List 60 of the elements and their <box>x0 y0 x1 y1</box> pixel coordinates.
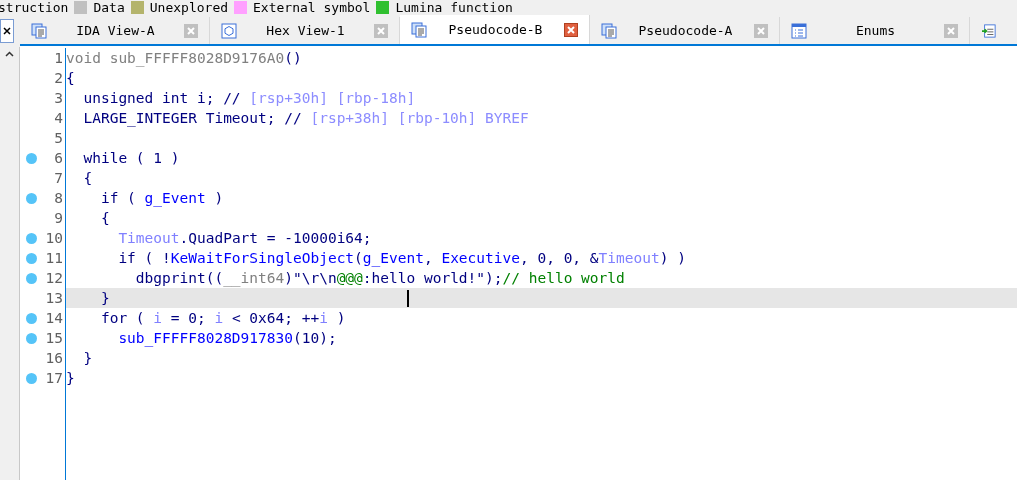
tab-label: IDA View-A <box>75 21 156 40</box>
legend-label: Lumina function <box>395 0 513 14</box>
list-icon <box>791 22 807 39</box>
code-line: void sub_FFFFF8028D9176A0() <box>66 49 302 68</box>
legend-label: struction <box>0 0 69 14</box>
line-number: 16 <box>45 349 63 368</box>
line-number: 11 <box>45 249 63 268</box>
line-number: 17 <box>45 369 63 388</box>
code-line: if ( !KeWaitForSingleObject(g_Event, Executive, 0, 0, &Timeout) ) <box>117 249 686 268</box>
legend-label: Unexplored <box>149 0 229 14</box>
hexagon-icon <box>221 22 237 39</box>
line-number: 7 <box>53 169 63 188</box>
close-icon <box>757 26 765 35</box>
line-number: 12 <box>45 269 63 288</box>
close-button[interactable] <box>0 19 14 43</box>
code-line: if ( g_Event ) <box>99 189 224 208</box>
line-number: 5 <box>53 129 63 148</box>
tab[interactable]: Pseudocode-B <box>400 15 590 44</box>
code-line: while ( 1 ) <box>82 149 180 168</box>
close-icon <box>187 26 195 35</box>
code-line: dbgprint((__int64)"\r\n@@@:hello world!");// hello world <box>134 269 625 288</box>
line-number: 6 <box>53 149 63 168</box>
code-line: { <box>82 169 93 188</box>
tab-label: Enums <box>854 21 897 40</box>
code-line: for ( i = 0; i < 0x64; ++i ) <box>99 309 346 328</box>
code-line: Timeout.QuadPart = -10000i64; <box>117 229 372 248</box>
tab-label: Pseudocode-B <box>447 20 544 39</box>
legend-label: Data <box>93 0 125 14</box>
line-number: 2 <box>53 69 63 88</box>
line-number: 8 <box>53 189 63 208</box>
code-line: } <box>82 349 93 368</box>
code-line: LARGE_INTEGER Timeout; // [rsp+38h] [rbp-10h] BYREF <box>82 109 529 128</box>
legend-label: External symbol <box>253 0 371 14</box>
line-number: 10 <box>45 229 63 248</box>
close-tab-button[interactable] <box>564 22 578 37</box>
code-line: sub_FFFFF8028D917830(10); <box>117 329 337 348</box>
export-icon[interactable] <box>982 22 996 39</box>
code-line: } <box>99 289 110 308</box>
tab-label: Hex View-1 <box>265 21 346 40</box>
line-number: 3 <box>53 89 63 108</box>
line-number: 1 <box>53 49 63 68</box>
close-icon <box>567 25 575 34</box>
document-icon <box>601 22 617 39</box>
code-line: { <box>99 209 110 228</box>
line-number: 14 <box>45 309 63 328</box>
document-icon <box>411 21 427 38</box>
code-line: } <box>66 369 75 388</box>
close-icon <box>947 26 955 35</box>
close-icon <box>3 27 11 35</box>
tab-label: Pseudocode-A <box>637 21 734 40</box>
line-number: 4 <box>53 109 63 128</box>
code-line: { <box>66 69 75 88</box>
line-number: 13 <box>45 289 63 308</box>
close-icon <box>377 26 385 35</box>
scroll-up-icon[interactable] <box>5 51 14 57</box>
line-number: 9 <box>53 209 63 228</box>
code-line: unsigned int i; // [rsp+30h] [rbp-18h] <box>82 89 416 108</box>
text-cursor <box>406 289 409 307</box>
document-icon <box>31 22 47 39</box>
line-number: 15 <box>45 329 63 348</box>
